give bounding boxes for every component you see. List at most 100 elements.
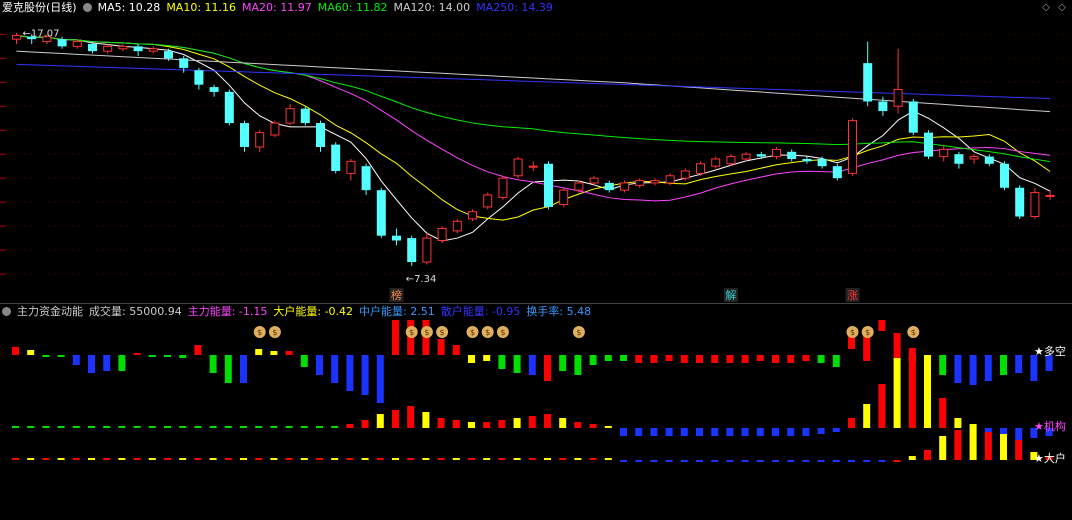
energy-bar — [802, 355, 810, 361]
indicator-settings-icon[interactable] — [2, 307, 11, 316]
indicator-legend-item: 成交量: 55000.94 — [89, 305, 182, 318]
energy-bar — [452, 345, 460, 355]
energy-bar — [1000, 355, 1007, 375]
energy-bar — [984, 355, 992, 381]
candle — [468, 211, 477, 220]
energy-bar — [224, 355, 232, 383]
energy-bar — [604, 458, 612, 460]
money-bag-symbol: $ — [440, 328, 445, 337]
energy-bar — [680, 428, 688, 436]
energy-bar — [12, 426, 19, 428]
energy-bar — [179, 355, 187, 358]
energy-bar — [772, 428, 779, 436]
energy-bar — [57, 426, 65, 428]
event-marker: 榜 — [391, 288, 402, 302]
energy-bar — [498, 458, 506, 460]
energy-bar — [42, 458, 50, 460]
energy-bar — [224, 426, 232, 428]
energy-bar — [665, 428, 673, 436]
indicator-right-label: ★多空 — [1034, 344, 1066, 358]
energy-bar — [407, 458, 415, 460]
energy-bar — [741, 460, 749, 462]
energy-bar — [513, 458, 521, 460]
energy-bar — [103, 458, 111, 460]
candlestick-chart[interactable]: ←17.07 ←7.34 榜 解 涨 — [0, 16, 1072, 304]
candle — [224, 91, 234, 124]
energy-bar — [133, 426, 141, 428]
indicator-title[interactable]: 主力资金动能 — [17, 305, 83, 318]
energy-bar — [772, 355, 779, 363]
ma-legend-item: MA60: 11.82 — [317, 1, 388, 14]
candle — [559, 189, 569, 206]
candle — [756, 154, 766, 157]
money-bag-symbol: $ — [409, 328, 414, 337]
energy-bar — [468, 422, 475, 428]
energy-bar — [1030, 355, 1038, 381]
energy-bar — [924, 450, 931, 460]
candle — [148, 48, 158, 52]
candle — [589, 177, 599, 184]
candle — [604, 182, 614, 191]
energy-bar — [27, 426, 35, 428]
energy-bar — [924, 368, 931, 428]
candle — [88, 43, 97, 52]
indicator-legend-item: 主力能量: -1.15 — [187, 305, 268, 318]
energy-bar — [57, 458, 65, 460]
candle — [270, 122, 280, 136]
stock-title[interactable]: 爱克股份(日线) — [2, 1, 77, 14]
settings-icon[interactable] — [82, 3, 92, 12]
energy-bar — [194, 345, 202, 355]
energy-bar — [878, 460, 886, 462]
money-bag-symbol: $ — [257, 328, 262, 337]
energy-bar — [179, 458, 187, 460]
energy-bar — [316, 458, 323, 460]
candle — [711, 158, 721, 167]
candle — [924, 132, 933, 157]
energy-bar — [103, 355, 111, 371]
energy-bar — [817, 460, 825, 462]
energy-bar — [878, 320, 886, 331]
energy-bar — [680, 460, 688, 462]
energy-bar — [300, 355, 308, 367]
candle — [133, 46, 143, 52]
energy-bar — [513, 355, 521, 373]
energy-bar — [696, 428, 703, 436]
energy-bar — [787, 460, 795, 462]
energy-bar — [437, 339, 445, 355]
ma-legend-item: MA5: 10.28 — [97, 1, 161, 14]
indicator-chart[interactable]: $ $ $ $ $ $ $ $ $ $ $ $ ★多空 ★机构 ★大户 — [0, 320, 1072, 520]
indicator-right-label: ★大户 — [1034, 451, 1066, 465]
energy-bar — [604, 355, 612, 361]
collapse-up-icon[interactable]: ◇ — [1040, 2, 1052, 14]
energy-bar — [863, 404, 871, 428]
candle — [513, 158, 523, 177]
energy-bar — [802, 460, 810, 462]
energy-bar — [1000, 434, 1007, 460]
energy-bar — [711, 355, 719, 363]
energy-bar — [863, 460, 871, 462]
energy-bar — [908, 456, 916, 460]
energy-bar — [939, 355, 947, 375]
energy-bar — [589, 424, 597, 428]
energy-bar — [240, 426, 247, 428]
energy-bar — [285, 351, 293, 355]
energy-bar — [498, 420, 506, 428]
energy-bar — [209, 458, 217, 460]
candle — [346, 160, 356, 174]
energy-bar — [756, 428, 764, 436]
candle — [179, 58, 189, 68]
event-marker: 解 — [725, 288, 736, 302]
candle — [1030, 192, 1040, 218]
candle — [452, 220, 462, 232]
energy-bar — [331, 458, 339, 460]
energy-bar — [969, 424, 977, 460]
energy-bar — [27, 458, 35, 460]
energy-bar — [164, 458, 171, 460]
indicator-legend: 成交量: 55000.94 主力能量: -1.15 大户能量: -0.42 中户能量:… — [89, 305, 597, 318]
collapse-down-icon[interactable]: ◇ — [1056, 2, 1068, 14]
candle — [285, 108, 295, 124]
candle — [726, 156, 736, 165]
energy-bar — [148, 426, 156, 428]
energy-bar — [574, 355, 582, 375]
energy-bar — [726, 460, 734, 462]
